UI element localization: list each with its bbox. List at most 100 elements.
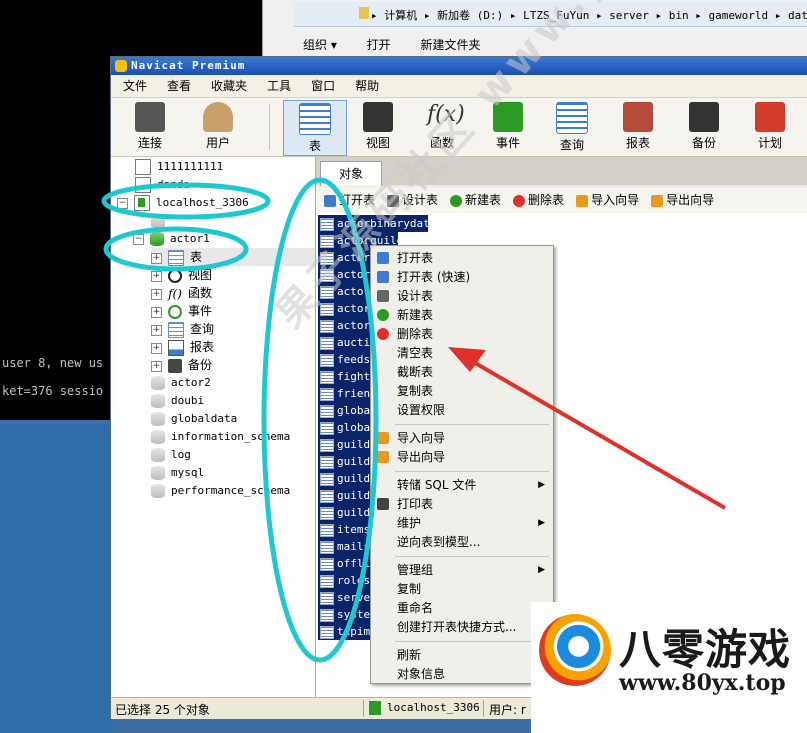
tree-node-database[interactable]: performance_schema <box>151 482 290 500</box>
database-open-icon <box>150 232 164 246</box>
tree-node-label: 查询 <box>190 322 215 336</box>
tree-node-database[interactable]: doubi <box>151 392 204 410</box>
object-toolbar-label: 删除表 <box>528 193 565 207</box>
logo-emblem-icon <box>539 614 611 686</box>
context-menu-label: 设置权限 <box>397 403 446 417</box>
collapse-icon[interactable]: − <box>117 197 128 209</box>
tree-node-views[interactable]: + 视图 <box>151 266 212 284</box>
context-menu-item[interactable]: 逆向表到模型... <box>371 533 553 551</box>
database-icon <box>151 394 165 408</box>
tree-node-reports[interactable]: + 报表 <box>151 338 214 356</box>
toolbar-table-button[interactable]: 表 <box>283 100 347 156</box>
toolbar-report-button[interactable]: 报表 <box>607 100 669 154</box>
expand-icon[interactable]: + <box>151 306 162 318</box>
open-button[interactable]: 打开 <box>367 38 391 52</box>
menu-item[interactable]: 文件 <box>115 75 155 97</box>
menu-item[interactable]: 帮助 <box>347 75 387 97</box>
table-icon <box>320 319 334 333</box>
tree-node-label: performance_schema <box>171 484 291 497</box>
expand-icon[interactable]: + <box>151 342 162 354</box>
context-menu-item[interactable]: 转储 SQL 文件 ▶ <box>371 476 553 494</box>
tree-node-backups[interactable]: + 备份 <box>151 356 212 374</box>
menu-item[interactable]: 查看 <box>159 75 199 97</box>
context-menu-item[interactable]: 重命名 <box>371 599 553 617</box>
status-connection: localhost_3306 <box>387 701 480 714</box>
menu-item[interactable]: 工具 <box>259 75 299 97</box>
new-folder-button[interactable]: 新建文件夹 <box>421 38 481 52</box>
toolbar-user-button[interactable]: 用户 <box>187 100 249 154</box>
context-menu-item[interactable]: 截断表 <box>371 363 553 381</box>
context-menu-item[interactable]: 打印表 <box>371 495 553 513</box>
tree-node-database[interactable]: mysql <box>151 464 204 482</box>
context-menu-item[interactable]: 新建表 <box>371 306 553 324</box>
object-toolbar-button[interactable]: 新建表 <box>450 187 501 213</box>
tree-node-database[interactable]: actor2 <box>151 374 211 392</box>
tree-node-tables[interactable]: + 表 <box>151 248 315 266</box>
context-menu-item[interactable]: 维护 ▶ <box>371 514 553 532</box>
context-menu-item[interactable]: 打开表 (快速) <box>371 268 553 286</box>
context-menu-item[interactable]: 管理组 ▶ <box>371 561 553 579</box>
object-toolbar-button[interactable]: 删除表 <box>513 187 564 213</box>
tree-node-functions[interactable]: + f() 函数 <box>151 284 212 302</box>
tree-node-label: 1111111111 <box>157 160 224 173</box>
context-menu-label: 打开表 <box>397 251 434 265</box>
context-menu-item[interactable]: 清空表 <box>371 344 553 362</box>
logo-url: www.80yx.top <box>619 670 786 696</box>
tree-node-database[interactable]: globaldata <box>151 410 237 428</box>
context-menu-item[interactable]: 对象信息 <box>371 665 553 683</box>
query-icon <box>168 322 184 338</box>
tree-node-queries[interactable]: + 查询 <box>151 320 214 338</box>
context-menu-item[interactable]: 打开表 <box>371 249 553 267</box>
user-icon <box>203 102 233 132</box>
expand-icon[interactable]: + <box>151 270 162 282</box>
toolbar-calendar-button[interactable]: 计划 <box>739 100 801 154</box>
toolbar-plug-button[interactable]: 连接 <box>119 100 181 154</box>
tree-node-connection[interactable]: danda <box>135 176 190 194</box>
context-menu-item[interactable]: 复制表 <box>371 382 553 400</box>
collapse-icon[interactable]: − <box>133 233 144 245</box>
tree-node-connection[interactable]: 1111111111 <box>135 158 223 176</box>
expand-icon[interactable]: + <box>151 360 162 372</box>
menu-item-icon <box>377 309 389 321</box>
expand-icon[interactable]: + <box>151 324 162 336</box>
context-menu-item[interactable]: 导出向导 <box>371 448 553 466</box>
tree-node-connection-open[interactable]: − localhost_3306 <box>117 194 249 212</box>
expand-icon[interactable]: + <box>151 288 162 300</box>
view-glasses-icon <box>168 269 182 283</box>
tree-node-events[interactable]: + 事件 <box>151 302 212 320</box>
context-menu-item[interactable]: 创建打开表快捷方式... <box>371 618 553 636</box>
status-separator <box>483 700 484 717</box>
organize-button[interactable]: 组织 ▾ <box>303 38 337 52</box>
expand-icon[interactable]: + <box>151 252 162 264</box>
database-icon <box>151 376 165 390</box>
menu-item[interactable]: 窗口 <box>303 75 343 97</box>
context-menu-item[interactable]: 刷新 <box>371 646 553 664</box>
context-menu-item[interactable]: 设置权限 <box>371 401 553 419</box>
tree-node-database[interactable] <box>151 212 171 230</box>
toolbar-backup-tape-button[interactable]: 备份 <box>673 100 735 154</box>
table-icon <box>320 370 334 384</box>
context-menu-label: 维护 <box>397 516 422 530</box>
tree-node-database[interactable]: log <box>151 446 191 464</box>
context-menu-item[interactable]: 设计表 <box>371 287 553 305</box>
object-toolbar-icon <box>513 194 526 207</box>
title-bar: Navicat Premium <box>111 57 807 75</box>
table-icon <box>320 625 334 639</box>
tree-node-database[interactable]: information_schema <box>151 428 290 446</box>
toolbar-query-button[interactable]: 查询 <box>541 100 603 154</box>
menu-separator <box>395 556 549 557</box>
table-icon <box>320 404 334 418</box>
status-selected: 已选择 25 个对象 <box>115 703 210 717</box>
object-toolbar-icon <box>576 194 589 207</box>
tree-node-database-open[interactable]: − actor1 <box>133 230 210 248</box>
view-glasses-icon <box>363 102 393 132</box>
context-menu-item[interactable]: 删除表 <box>371 325 553 343</box>
context-menu-item[interactable]: 复制 <box>371 580 553 598</box>
context-menu-item[interactable]: 导入向导 <box>371 429 553 447</box>
toolbar-label: 连接 <box>137 136 162 150</box>
object-toolbar-button[interactable]: 导入向导 <box>576 187 639 213</box>
table-icon <box>168 250 184 266</box>
toolbar-label: 计划 <box>757 136 782 150</box>
menu-item[interactable]: 收藏夹 <box>203 75 255 97</box>
object-toolbar-button[interactable]: 导出向导 <box>651 187 714 213</box>
